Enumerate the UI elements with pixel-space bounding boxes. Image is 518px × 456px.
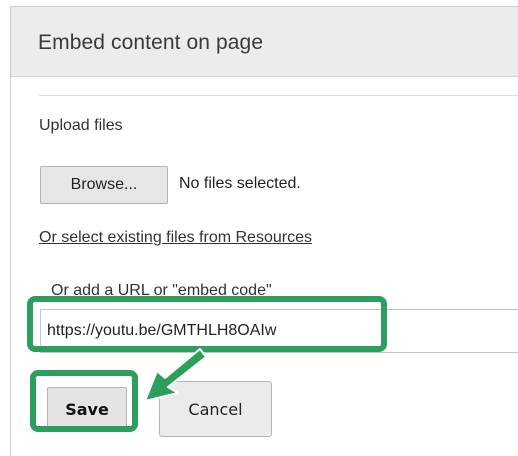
- select-from-resources-link[interactable]: Or select existing files from Resources: [39, 229, 312, 247]
- dialog-header: Embed content on page: [11, 7, 518, 77]
- section-divider: [39, 95, 518, 96]
- save-button[interactable]: Save: [47, 387, 127, 431]
- browse-button[interactable]: Browse...: [40, 166, 168, 204]
- dialog-title: Embed content on page: [38, 31, 264, 54]
- no-files-selected-text: No files selected.: [179, 175, 301, 192]
- url-embed-input[interactable]: [40, 309, 518, 353]
- upload-files-label: Upload files: [39, 117, 123, 134]
- embed-dialog: Embed content on page Upload files Brows…: [10, 6, 518, 456]
- url-embed-label: Or add a URL or "embed code": [51, 282, 272, 299]
- cancel-button[interactable]: Cancel: [159, 381, 272, 437]
